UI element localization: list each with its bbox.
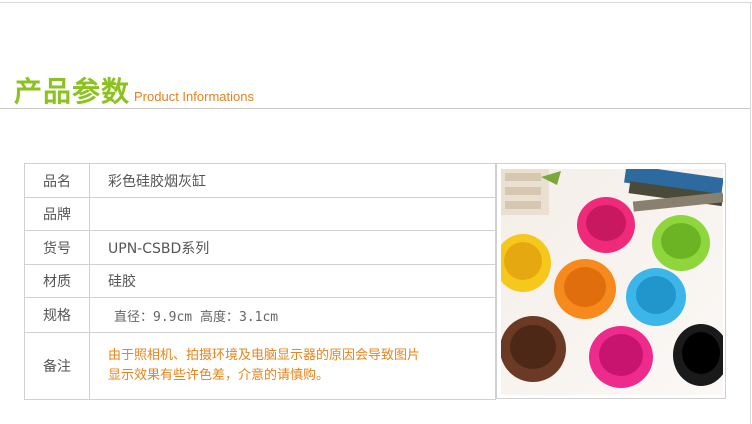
spec-value: 直径：9.9cm 高度：3.1cm — [89, 297, 496, 333]
spec-label: 材质 — [24, 264, 90, 298]
heading-title-en: Product Informations — [134, 89, 254, 104]
table-row: 备注 由于照相机、拍摄环境及电脑显示器的原因会导致图片 显示效果有些许色差，介意… — [24, 332, 496, 400]
heading-divider — [0, 108, 750, 109]
spec-table: 品名 彩色硅胶烟灰缸 品牌 货号 UPN-CSBD系列 材质 硅胶 规格 直径：… — [24, 163, 496, 400]
note-line-2: 显示效果有些许色差，介意的请慎购。 — [108, 368, 330, 383]
ashtray-brown — [501, 316, 566, 382]
heading-title-cn: 产品参数 — [14, 75, 131, 108]
ashtray-pink — [577, 197, 635, 253]
ashtray-orange — [554, 259, 616, 319]
ashtray-blue — [626, 268, 686, 326]
table-row: 品名 彩色硅胶烟灰缸 — [24, 163, 496, 198]
product-photo — [496, 163, 726, 399]
spec-label: 品名 — [24, 163, 90, 198]
right-border — [750, 2, 751, 424]
spec-value: 彩色硅胶烟灰缸 — [89, 163, 496, 198]
spec-value: UPN-CSBD系列 — [89, 230, 496, 265]
table-row: 规格 直径：9.9cm 高度：3.1cm — [24, 297, 496, 333]
spec-label: 货号 — [24, 230, 90, 265]
table-row: 货号 UPN-CSBD系列 — [24, 230, 496, 265]
section-heading: 产品参数 Product Informations — [14, 70, 254, 110]
spec-label: 备注 — [24, 332, 90, 400]
spec-value — [89, 197, 496, 231]
ashtray-photo-illustration — [501, 169, 723, 395]
spec-label: 规格 — [24, 297, 90, 333]
top-border — [0, 2, 752, 3]
spec-label: 品牌 — [24, 197, 90, 231]
spec-value: 硅胶 — [89, 264, 496, 298]
note-line-1: 由于照相机、拍摄环境及电脑显示器的原因会导致图片 — [108, 348, 421, 363]
ashtray-green — [652, 215, 710, 271]
ashtray-magenta — [589, 326, 653, 388]
table-row: 品牌 — [24, 197, 496, 231]
spec-note: 由于照相机、拍摄环境及电脑显示器的原因会导致图片 显示效果有些许色差，介意的请慎… — [89, 332, 496, 400]
table-row: 材质 硅胶 — [24, 264, 496, 298]
